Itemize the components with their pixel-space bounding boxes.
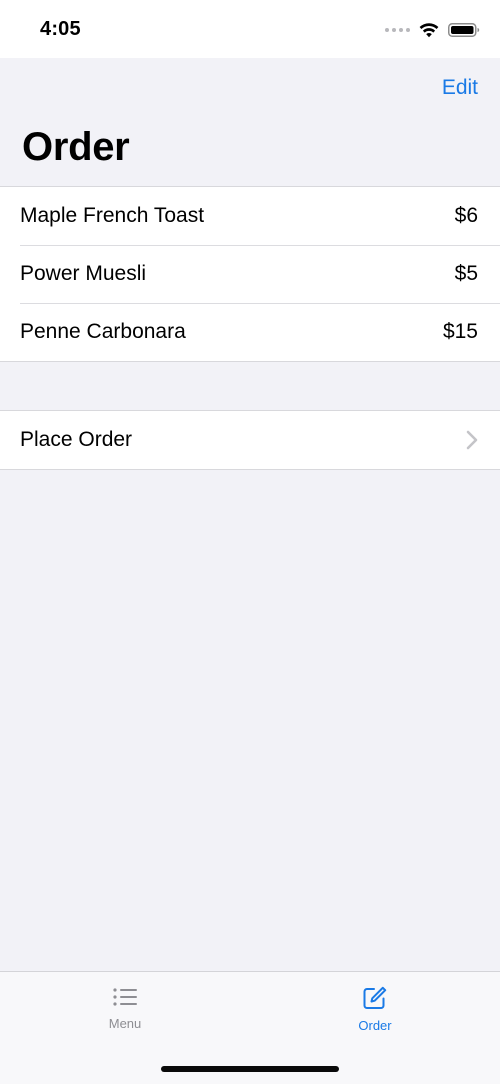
list-item-order[interactable]: Power Muesli $5: [0, 245, 500, 303]
status-bar: 4:05: [0, 0, 500, 58]
compose-icon: [363, 986, 387, 1009]
tab-menu[interactable]: Menu: [75, 986, 175, 1031]
place-order-label: Place Order: [20, 428, 133, 451]
order-items-list: Maple French Toast $6 Power Muesli $5 Pe…: [0, 186, 500, 362]
item-name: Penne Carbonara: [20, 320, 186, 343]
item-price: $15: [442, 320, 478, 343]
signal-dots-icon: [385, 28, 410, 32]
item-name: Maple French Toast: [20, 204, 205, 227]
tab-menu-label: Menu: [108, 1016, 142, 1031]
tab-order[interactable]: Order: [325, 986, 425, 1033]
home-indicator: [161, 1066, 339, 1072]
status-time: 4:05: [40, 18, 81, 40]
list-icon: [113, 988, 137, 1006]
item-name: Power Muesli: [20, 262, 147, 285]
status-icons: [385, 20, 480, 40]
tab-order-label: Order: [358, 1018, 392, 1033]
battery-icon: [448, 23, 480, 37]
navigation-header: Edit Order: [0, 58, 500, 186]
place-order-button[interactable]: Place Order: [0, 411, 500, 469]
item-price: $6: [454, 204, 478, 227]
edit-button[interactable]: Edit: [442, 76, 478, 100]
place-order-group: Place Order: [0, 410, 500, 470]
chevron-right-icon: [466, 430, 478, 450]
page-title: Order: [22, 125, 130, 169]
list-item-order[interactable]: Penne Carbonara $15: [0, 303, 500, 361]
list-item-order[interactable]: Maple French Toast $6: [0, 187, 500, 245]
wifi-icon: [419, 23, 439, 38]
item-price: $5: [454, 262, 478, 285]
